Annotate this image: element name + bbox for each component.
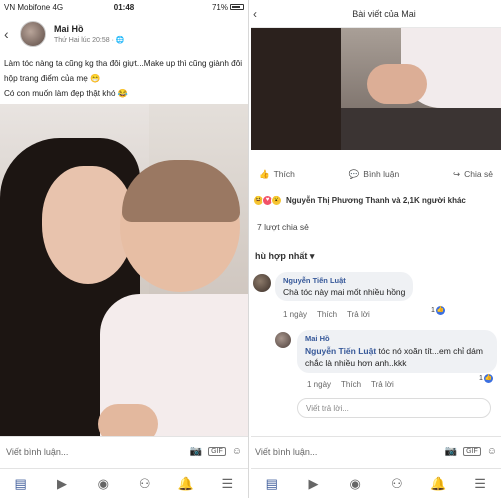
comment-input[interactable]: Viết bình luận... — [6, 447, 184, 457]
reply-author[interactable]: Mai Hồ — [305, 334, 489, 343]
reply-time: 1 ngày — [307, 380, 332, 389]
back-arrow-icon[interactable]: ‹ — [4, 26, 20, 42]
reply-mention[interactable]: Nguyễn Tiến Luật — [305, 346, 376, 356]
like-label: Thích — [273, 169, 295, 179]
post-text: Làm tóc nàng ta cũng kg tha đôi giựt...M… — [4, 56, 244, 101]
post-header: ‹ Mai Hồ Thứ Hai lúc 20:58 · 🌐 — [0, 16, 248, 52]
post-author-block: Mai Hồ Thứ Hai lúc 20:58 · 🌐 — [54, 24, 125, 44]
photo-hair — [251, 28, 341, 150]
post-photo-cropped[interactable] — [251, 28, 501, 150]
comment-label: Bình luận — [363, 169, 400, 179]
share-button[interactable]: ↪ Chia sẻ — [453, 169, 493, 180]
reply-like-button[interactable]: Thích — [341, 380, 361, 389]
profile-icon[interactable]: ◉ — [344, 476, 366, 492]
share-label: Chia sẻ — [464, 169, 493, 179]
comment-like-button[interactable]: Thích — [317, 310, 337, 319]
comment-reply-button[interactable]: Trả lời — [347, 310, 370, 319]
right-comments-panel: ‹ Bài viết của Mai 👍 Thích 💬 Bình luận ↪ Ch… — [251, 0, 501, 498]
comment-bar: Viết bình luận... 📷 GIF ☺ — [0, 436, 248, 466]
avatar[interactable] — [253, 274, 271, 292]
reply-meta: 1 ngày Thích Trả lời — [307, 380, 394, 389]
battery-icon — [230, 4, 244, 10]
tab-bar: ▤ ▶ ◉ ⚇ 🔔 ☰ — [0, 468, 248, 498]
photo-baby-hand — [98, 404, 158, 436]
left-post-panel: VN Mobifone 4G 01:48 71% ‹ Mai Hồ Thứ Ha… — [0, 0, 249, 498]
back-arrow-icon[interactable]: ‹ — [253, 7, 267, 21]
post-author[interactable]: Mai Hồ — [54, 24, 125, 34]
post-text-line1: Làm tóc nàng ta cũng kg tha đôi giựt...M… — [4, 59, 243, 83]
camera-icon[interactable]: 📷 — [190, 446, 202, 457]
comment-author[interactable]: Nguyễn Tiến Luật — [283, 276, 405, 285]
share-count[interactable]: 7 lượt chia sẻ — [257, 222, 309, 232]
comment-sort-label: hù hợp nhất — [255, 251, 308, 261]
reactions-names: Nguyễn Thị Phương Thanh và 2,1K người kh… — [286, 195, 466, 205]
comment-like-count[interactable]: 1 👍 — [431, 306, 445, 315]
tab-bar: ▤ ▶ ◉ ⚇ 🔔 ☰ — [251, 468, 501, 498]
like-badge-icon: 👍 — [483, 374, 493, 383]
groups-icon[interactable]: ⚇ — [386, 476, 408, 492]
notifications-icon[interactable]: 🔔 — [427, 476, 449, 492]
post-meta: Thứ Hai lúc 20:58 · 🌐 — [54, 36, 125, 44]
post-actions: 👍 Thích 💬 Bình luận ↪ Chia sẻ — [251, 162, 501, 186]
reply-comment: Mai Hồ Nguyễn Tiến Luật tóc nó xoăn tít.… — [273, 330, 497, 374]
like-count: 1 — [479, 375, 483, 382]
page-title: Bài viết của Mai — [352, 8, 416, 19]
right-header: ‹ Bài viết của Mai — [251, 0, 501, 28]
screenshot-root: VN Mobifone 4G 01:48 71% ‹ Mai Hồ Thứ Ha… — [0, 0, 501, 498]
photo-baby-hand — [367, 64, 427, 104]
comment-icon: 💬 — [348, 168, 360, 179]
comment-meta: 1 ngày Thích Trả lời — [283, 310, 370, 319]
comment: Nguyễn Tiến Luật Chà tóc này mai mốt nhi… — [251, 272, 501, 306]
comment-time: 1 ngày — [283, 310, 308, 319]
post-timestamp[interactable]: Thứ Hai lúc 20:58 · — [54, 37, 116, 44]
reply-reply-button[interactable]: Trả lời — [371, 380, 394, 389]
groups-icon[interactable]: ⚇ — [134, 476, 156, 492]
like-button[interactable]: 👍 Thích — [259, 169, 295, 180]
post-photo[interactable] — [0, 104, 248, 436]
thumbs-up-icon: 👍 — [259, 168, 270, 179]
reply-bubble: Mai Hồ Nguyễn Tiến Luật tóc nó xoăn tít.… — [297, 330, 497, 373]
globe-icon: 🌐 — [115, 37, 125, 44]
wow-reaction-icon: 😮 — [271, 194, 282, 206]
comment-bar: Viết bình luận... 📷 GIF ☺ — [251, 436, 501, 466]
camera-icon[interactable]: 📷 — [445, 446, 457, 457]
watch-icon[interactable]: ▶ — [302, 476, 324, 492]
share-icon: ↪ — [453, 168, 461, 179]
gif-button[interactable]: GIF — [208, 447, 226, 456]
reply-text: Nguyễn Tiến Luật tóc nó xoăn tít...em ch… — [305, 345, 489, 369]
menu-icon[interactable]: ☰ — [216, 476, 238, 492]
comment-text: Chà tóc này mai mốt nhiều hồng — [283, 287, 406, 297]
photo-chair — [341, 108, 501, 150]
profile-icon[interactable]: ◉ — [92, 476, 114, 492]
news-feed-icon[interactable]: ▤ — [10, 476, 32, 492]
emoji-icon[interactable]: ☺ — [232, 446, 242, 457]
comment-button[interactable]: 💬 Bình luận — [349, 169, 400, 180]
menu-icon[interactable]: ☰ — [469, 476, 491, 492]
reactions-summary[interactable]: 😆 ♥ 😮 Nguyễn Thị Phương Thanh và 2,1K ng… — [253, 192, 501, 208]
avatar[interactable] — [275, 332, 291, 348]
comment-bubble: Nguyễn Tiến Luật Chà tóc này mai mốt nhi… — [275, 272, 414, 301]
status-bar: VN Mobifone 4G 01:48 71% — [0, 0, 248, 14]
gif-button[interactable]: GIF — [463, 447, 481, 456]
notifications-icon[interactable]: 🔔 — [175, 476, 197, 492]
like-badge-icon: 👍 — [435, 306, 445, 315]
like-count: 1 — [431, 307, 435, 314]
reply-input[interactable]: Viết trả lời... — [297, 398, 491, 418]
clock: 01:48 — [113, 2, 135, 12]
reply-like-count[interactable]: 1 👍 — [479, 374, 493, 383]
avatar[interactable] — [20, 21, 46, 47]
comment-input[interactable]: Viết bình luận... — [255, 447, 439, 457]
news-feed-icon[interactable]: ▤ — [261, 476, 283, 492]
watch-icon[interactable]: ▶ — [51, 476, 73, 492]
comment-sort[interactable]: hù hợp nhất ▾ — [255, 251, 314, 262]
post-text-line2: Có con muốn làm đẹp thật khó 😂 — [4, 89, 128, 98]
emoji-icon[interactable]: ☺ — [487, 446, 497, 457]
